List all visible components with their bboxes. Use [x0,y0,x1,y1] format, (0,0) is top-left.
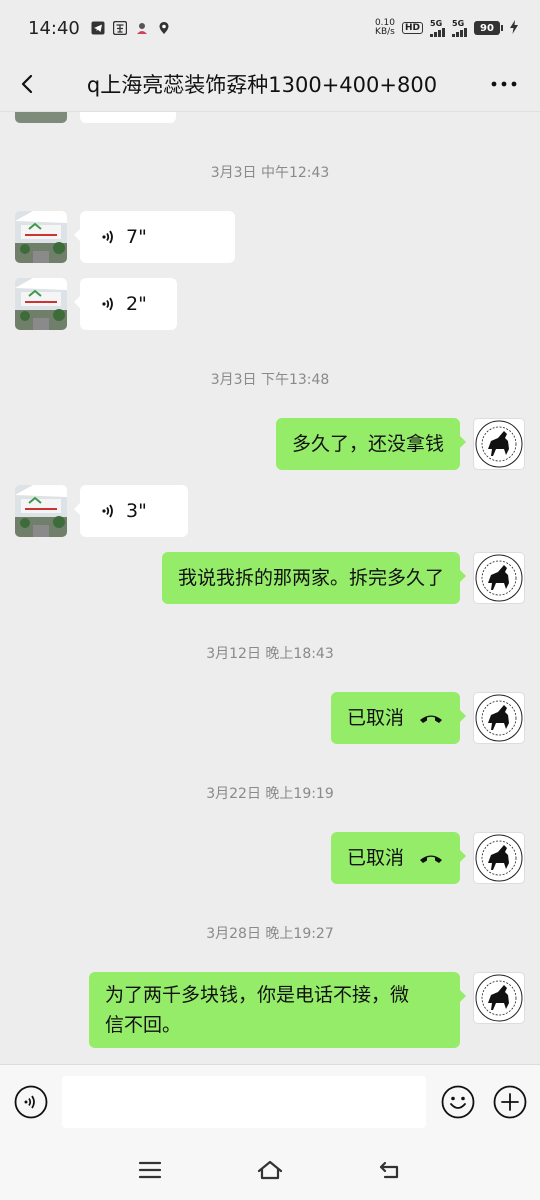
my-avatar[interactable] [473,692,525,744]
my-avatar[interactable] [473,972,525,1024]
contact-avatar[interactable] [15,485,67,537]
back-arrow-icon [21,74,33,93]
sent-text-message[interactable]: 多久了，还没拿钱 [275,418,467,470]
signal-bars-icon [430,27,445,37]
chat-title: q上海亮蕊装饰孬种1300+400+800 [86,72,438,97]
voice-duration: 2" [126,293,147,315]
my-avatar[interactable] [473,418,525,470]
voice-message-bubble[interactable]: 3" [74,485,188,537]
message-input[interactable] [62,1076,426,1128]
network-speed: 0.10 KB/s [375,19,395,37]
message-timestamp: 3月3日 下午13:48 [210,372,330,388]
net-speed-unit: KB/s [375,27,395,37]
message-timestamp: 3月28日 晚上19:27 [206,926,334,942]
back-nav-button[interactable] [374,1154,406,1186]
my-avatar[interactable] [473,832,525,884]
status-bar: 14:40 0.10 KB/s HD 5G 5G 90 [0,0,540,56]
telegram-icon [90,20,106,36]
call-status-text: 已取消 [346,847,404,869]
hd-badge: HD [401,22,423,34]
more-button[interactable] [468,56,540,112]
message-timestamp: 3月12日 晚上18:43 [206,646,334,662]
recent-apps-button[interactable] [134,1154,166,1186]
voice-message-bubble[interactable] [80,112,176,123]
voice-wave-icon [100,502,118,520]
voice-mode-button[interactable] [14,1085,48,1119]
message-timestamp: 3月3日 中午12:43 [210,165,330,181]
sent-text-message[interactable]: 我说我拆的那两家。拆完多久了 [161,552,467,604]
voice-message-bubble[interactable]: 2" [74,278,177,330]
home-icon [257,1160,283,1180]
my-avatar[interactable] [473,552,525,604]
voice-wave-icon [100,228,118,246]
more-functions-button[interactable] [493,1085,527,1119]
menu-icon [138,1161,162,1179]
call-record-bubble[interactable]: 已取消 [330,692,467,744]
sim2-signal: 5G [452,18,467,37]
sent-text-message[interactable]: 为了两千多块钱，你是电话不接，微 信不回。 [89,972,466,1048]
person-notification-icon [134,20,150,36]
message-text-line: 信不回。 [105,1014,182,1036]
message-list[interactable]: 3月3日 中午12:43 7" 2" 3月3日 下午13:48 多久了，还没拿钱… [0,112,540,1064]
message-timestamp: 3月22日 晚上19:19 [206,786,334,802]
plus-icon [493,1085,527,1119]
charging-icon [510,19,518,38]
call-record-bubble[interactable]: 已取消 [330,832,467,884]
voice-wave-icon [100,295,118,313]
sim1-label: 5G [430,18,443,28]
system-nav-bar [0,1140,540,1200]
chat-header: q上海亮蕊装饰孬种1300+400+800 [0,56,540,112]
contact-avatar[interactable] [15,112,67,123]
voice-message-bubble[interactable]: 7" [74,211,235,263]
call-status-text: 已取消 [346,707,404,729]
input-bar [0,1064,540,1140]
back-nav-icon [379,1161,399,1179]
sim1-signal: 5G [430,18,445,37]
voice-mode-icon [14,1085,48,1119]
voice-duration: 7" [126,226,147,248]
location-icon [156,20,172,36]
voice-duration: 3" [126,500,147,522]
message-text: 多久了，还没拿钱 [291,433,444,455]
back-button[interactable] [0,56,56,112]
battery-level: 90 [474,21,500,35]
call-cancelled-icon [418,851,444,865]
contact-avatar[interactable] [15,211,67,263]
message-text-line: 为了两千多块钱，你是电话不接，微 [105,984,410,1006]
sim2-label: 5G [452,18,465,28]
battery-indicator: 90 [474,21,503,35]
more-dots-icon [491,81,517,86]
home-button[interactable] [254,1154,286,1186]
app-notification-icon [112,20,128,36]
call-cancelled-icon [418,711,444,725]
emoji-icon [441,1085,475,1119]
emoji-button[interactable] [441,1085,475,1119]
message-text: 我说我拆的那两家。拆完多久了 [177,567,444,589]
signal-bars-icon [452,27,467,37]
contact-avatar[interactable] [15,278,67,330]
status-time: 14:40 [28,17,80,39]
